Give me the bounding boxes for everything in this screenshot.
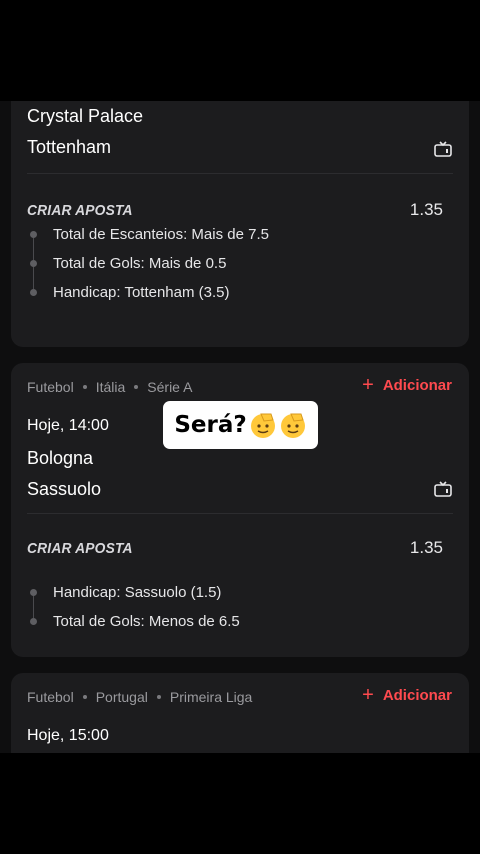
sport-label: Futebol [27,379,74,395]
saluting-face-emoji-icon [280,413,305,438]
add-button[interactable]: + Adicionar [362,374,452,396]
selection-text: Total de Gols: Mais de 0.5 [53,255,227,272]
divider [27,513,453,514]
team-away: Sassuolo [27,479,102,499]
plus-icon: + [362,374,374,396]
add-button[interactable]: + Adicionar [362,684,452,706]
bet-card[interactable]: Crystal Palace Tottenham CRIAR APOSTA 1.… [11,101,469,347]
timeline-node [30,618,37,625]
odds-value: 1.35 [409,538,443,557]
timeline-line [33,267,34,278]
selection-item: Total de Escanteios: Mais de 7.5 [27,220,453,249]
match-time: Hoje, 14:00 [27,417,109,434]
selection-item: Handicap: Sassuolo (1.5) [27,578,453,607]
bet-card[interactable]: Futebol Portugal Primeira Liga + Adicion… [11,673,469,753]
timeline-line [33,278,34,289]
selection-item: Total de Gols: Mais de 0.5 [27,249,453,278]
caption-sticker: Será? [163,401,318,449]
timeline-line [33,249,34,260]
divider [27,173,453,174]
timeline-line [33,238,34,249]
team-away: Tottenham [27,137,112,157]
add-label: Adicionar [382,376,452,394]
separator-dot [156,695,161,699]
selection-text: Handicap: Tottenham (3.5) [53,284,230,301]
country-label: Portugal [95,689,148,705]
separator-dot [82,385,87,389]
team-home: Bologna [27,448,94,468]
team-home: Crystal Palace [27,106,144,126]
timeline-line [33,607,34,618]
timeline-node [30,260,37,267]
timeline-node [30,289,37,296]
separator-dot [134,385,139,389]
event-breadcrumb: Futebol Portugal Primeira Liga [27,689,252,705]
event-breadcrumb: Futebol Itália Série A [27,379,192,395]
caption-text: Será? [174,412,247,438]
selection-list: Total de Escanteios: Mais de 7.5 Total d… [27,220,453,307]
match-time: Hoje, 15:00 [27,727,109,744]
selection-list: Handicap: Sassuolo (1.5) Total de Gols: … [27,578,453,636]
selection-text: Handicap: Sassuolo (1.5) [53,584,222,601]
timeline-line [33,596,34,607]
selection-item: Total de Gols: Menos de 6.5 [27,607,453,636]
timeline-node [30,231,37,238]
selection-item: Handicap: Tottenham (3.5) [27,278,453,307]
create-bet-label[interactable]: CRIAR APOSTA [27,540,133,557]
sport-label: Futebol [27,689,74,705]
tv-icon[interactable] [434,481,452,497]
league-label: Série A [147,379,193,395]
timeline-node [30,589,37,596]
separator-dot [82,695,87,699]
add-label: Adicionar [382,686,452,704]
league-label: Primeira Liga [169,689,253,705]
saluting-face-emoji-icon [250,413,275,438]
country-label: Itália [95,379,126,395]
create-bet-label[interactable]: CRIAR APOSTA [27,202,133,219]
tv-icon[interactable] [434,141,452,157]
selection-text: Total de Escanteios: Mais de 7.5 [53,226,269,243]
odds-value: 1.35 [409,200,443,219]
plus-icon: + [362,684,374,706]
selection-text: Total de Gols: Menos de 6.5 [53,613,240,630]
